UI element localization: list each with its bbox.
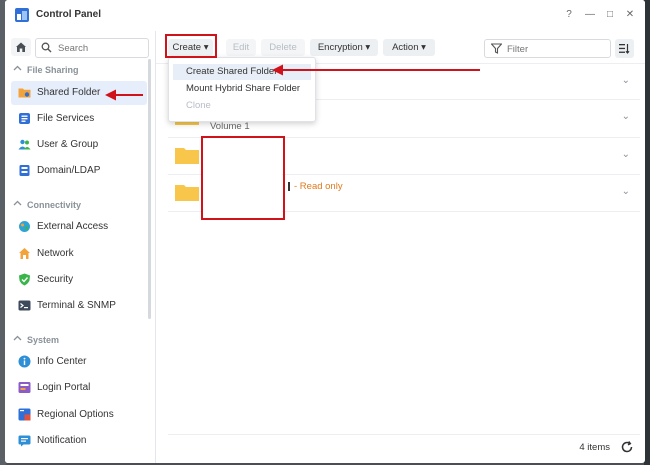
terminal-icon — [18, 300, 31, 311]
search-input[interactable] — [56, 40, 146, 56]
regional-options-icon — [18, 408, 31, 421]
sidebar-item-label: Terminal & SNMP — [37, 300, 116, 311]
section-label: Connectivity — [27, 200, 82, 210]
sidebar-item-network[interactable]: Network — [11, 242, 147, 266]
chevron-down-icon[interactable]: ⌄ — [622, 149, 630, 160]
control-panel-app-icon — [15, 8, 29, 22]
title-bar: Control Panel ? — □ ✕ — [5, 0, 645, 31]
sidebar-item-label: File Services — [37, 113, 95, 124]
minimize-button[interactable]: — — [583, 8, 597, 22]
user-group-icon — [18, 139, 31, 150]
close-button[interactable]: ✕ — [623, 8, 637, 22]
chevron-up-icon — [13, 334, 23, 345]
sidebar-item-label: Regional Options — [37, 409, 114, 420]
sidebar-item-label: Shared Folder — [37, 87, 101, 98]
domain-ldap-icon — [19, 165, 30, 176]
sidebar-item-label: Info Center — [37, 356, 87, 367]
info-icon — [18, 355, 31, 368]
home-button[interactable] — [11, 38, 31, 56]
sidebar-item-login-portal[interactable]: Login Portal — [11, 376, 147, 400]
control-panel-window: Control Panel ? — □ ✕ File Sharing — [5, 0, 645, 463]
section-label: File Sharing — [27, 65, 79, 75]
sidebar-item-label: User & Group — [37, 139, 99, 150]
sidebar-item-terminal-snmp[interactable]: Terminal & SNMP — [11, 294, 147, 318]
section-label: System — [27, 335, 60, 345]
view-toggle-button[interactable] — [615, 39, 634, 58]
menu-item-clone: Clone — [186, 100, 211, 111]
search-icon — [41, 42, 52, 53]
window-title: Control Panel — [36, 9, 102, 20]
encryption-button-label: Encryption — [317, 42, 363, 53]
sidebar-search[interactable] — [35, 38, 149, 58]
caret-down-icon: ▾ — [421, 42, 426, 53]
home-icon — [16, 42, 26, 52]
folder-icon — [175, 148, 199, 164]
encryption-button[interactable]: Encryption ▾ — [310, 39, 378, 56]
maximize-button[interactable]: □ — [603, 8, 617, 22]
shield-icon — [19, 273, 30, 286]
sidebar-item-label: External Access — [37, 221, 109, 232]
sidebar-item-external-access[interactable]: External Access — [11, 215, 147, 239]
filter-input[interactable] — [505, 41, 609, 57]
filter-box[interactable] — [484, 39, 611, 58]
annotation-redaction-frame — [201, 136, 285, 220]
shared-folder-icon — [18, 88, 31, 98]
list-footer: 4 items — [168, 434, 640, 460]
chevron-down-icon[interactable]: ⌄ — [622, 186, 630, 197]
delete-button[interactable]: Delete — [261, 39, 305, 56]
annotation-highlight-create — [165, 34, 217, 58]
file-services-icon — [19, 113, 30, 124]
filter-icon — [491, 43, 502, 54]
sort-list-icon — [619, 44, 630, 54]
caret-down-icon: ▾ — [365, 42, 371, 53]
menu-item-mount-hybrid-share-folder[interactable]: Mount Hybrid Share Folder — [173, 81, 311, 97]
sidebar-item-file-services[interactable]: File Services — [11, 107, 147, 131]
notification-icon — [18, 435, 31, 447]
read-only-label: - Read only — [294, 181, 343, 192]
sidebar-item-label: Security — [37, 274, 74, 285]
sidebar-scrollbar[interactable] — [148, 59, 151, 319]
network-icon — [19, 248, 30, 259]
sidebar-item-label: Domain/LDAP — [37, 165, 101, 176]
refresh-icon[interactable] — [620, 440, 634, 454]
sidebar-item-user-group[interactable]: User & Group — [11, 133, 147, 157]
sidebar-item-label: Network — [37, 248, 74, 259]
folder-icon — [175, 185, 199, 201]
sidebar-item-info-center[interactable]: Info Center — [11, 350, 147, 374]
action-button-label: Action — [392, 42, 419, 53]
sidebar-item-domain-ldap[interactable]: Domain/LDAP — [11, 159, 147, 183]
sidebar-item-security[interactable]: Security — [11, 268, 147, 292]
edit-button[interactable]: Edit — [226, 39, 256, 56]
chevron-up-icon — [13, 64, 23, 75]
external-access-icon — [19, 221, 30, 232]
section-header-connectivity[interactable]: Connectivity — [13, 199, 81, 213]
sidebar-item-label: Notification — [37, 435, 87, 446]
item-count: 4 items — [579, 442, 610, 453]
folder-location: Volume 1 — [210, 121, 250, 132]
name-fragment — [288, 182, 290, 191]
sidebar-item-label: Login Portal — [37, 382, 91, 393]
sidebar-item-notification[interactable]: Notification — [11, 429, 147, 453]
section-header-file-sharing[interactable]: File Sharing — [13, 64, 79, 78]
annotation-arrow-shared-folder — [105, 89, 143, 101]
chevron-down-icon[interactable]: ⌄ — [622, 111, 630, 122]
section-header-system[interactable]: System — [13, 334, 59, 348]
sidebar-item-regional-options[interactable]: Regional Options — [11, 403, 147, 427]
login-portal-icon — [18, 382, 31, 393]
chevron-up-icon — [13, 199, 23, 210]
action-button[interactable]: Action ▾ — [383, 39, 435, 56]
chevron-down-icon[interactable]: ⌄ — [622, 75, 630, 86]
help-button[interactable]: ? — [562, 8, 576, 22]
annotation-arrow-create-shared-folder — [272, 64, 480, 76]
